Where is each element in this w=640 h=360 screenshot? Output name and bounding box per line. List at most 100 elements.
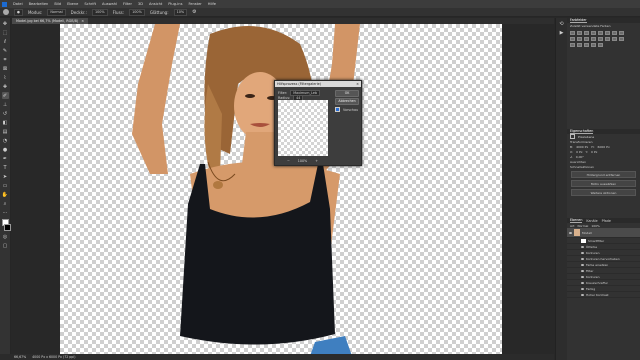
- swatch[interactable]: [605, 37, 610, 41]
- dodge-tool-icon[interactable]: ●: [2, 146, 9, 153]
- hand-tool-icon[interactable]: ✋: [2, 191, 9, 198]
- height-value[interactable]: 6000 Px: [598, 145, 610, 149]
- brush-tool-icon-active[interactable]: ✐: [1, 92, 9, 99]
- swatch[interactable]: [619, 31, 624, 35]
- layer-row[interactable]: Hoher Kontrast: [567, 292, 640, 298]
- dialog-preview[interactable]: [278, 100, 328, 156]
- visibility-eye-icon[interactable]: [581, 263, 584, 266]
- x-value[interactable]: 0 Px: [576, 150, 582, 154]
- tab-swatches[interactable]: Farbfelder: [570, 18, 587, 23]
- history-panel-icon[interactable]: ⟲: [558, 20, 565, 27]
- swatch[interactable]: [577, 43, 582, 47]
- lasso-tool-icon[interactable]: ℓ: [2, 38, 9, 45]
- status-zoom[interactable]: 66,67%: [14, 355, 26, 359]
- healing-brush-icon[interactable]: ✚: [2, 83, 9, 90]
- visibility-eye-icon[interactable]: [581, 251, 584, 254]
- visibility-eye-icon[interactable]: [581, 245, 584, 248]
- menu-hilfe[interactable]: Hilfe: [208, 2, 216, 6]
- pen-tool-icon[interactable]: ✒: [2, 155, 9, 162]
- settings-gear-icon[interactable]: ⚙: [192, 9, 196, 15]
- dialog-close-icon[interactable]: ×: [356, 82, 359, 86]
- zoom-tool-icon[interactable]: ⌕: [2, 200, 9, 207]
- preview-checkbox[interactable]: [335, 107, 340, 112]
- swatch[interactable]: [619, 37, 624, 41]
- menu-3d[interactable]: 3D: [138, 2, 143, 6]
- history-brush-icon[interactable]: ↺: [2, 110, 9, 117]
- ok-button[interactable]: OK: [335, 90, 359, 97]
- photoshop-logo-icon[interactable]: [2, 1, 7, 7]
- swatch[interactable]: [584, 37, 589, 41]
- menu-bearbeiten[interactable]: Bearbeiten: [29, 2, 49, 6]
- visibility-eye-icon[interactable]: [581, 293, 584, 296]
- swatch[interactable]: [598, 37, 603, 41]
- swatch[interactable]: [612, 31, 617, 35]
- swatch[interactable]: [584, 31, 589, 35]
- swatch[interactable]: [570, 43, 575, 47]
- dialog-titlebar[interactable]: Hilfsprozess (Filtergalerie) ×: [275, 81, 361, 87]
- more-tools-icon[interactable]: ⋯: [2, 209, 9, 216]
- gradient-tool-icon[interactable]: ▤: [2, 128, 9, 135]
- visibility-eye-icon[interactable]: [581, 257, 584, 260]
- menu-ebene[interactable]: Ebene: [67, 2, 78, 6]
- angle-value[interactable]: 0,00°: [576, 155, 584, 159]
- rectangle-tool-icon[interactable]: ▭: [2, 182, 9, 189]
- y-value[interactable]: 0 Px: [591, 150, 597, 154]
- marquee-tool-icon[interactable]: ⬚: [2, 29, 9, 36]
- quick-mask-icon[interactable]: ◎: [2, 233, 9, 240]
- eyedropper-tool-icon[interactable]: ⌇: [2, 74, 9, 81]
- zoom-out-icon[interactable]: −: [287, 159, 290, 163]
- actions-panel-icon[interactable]: ▶: [558, 29, 565, 36]
- swatch[interactable]: [570, 31, 575, 35]
- menu-fenster[interactable]: Fenster: [188, 2, 201, 6]
- opacity-field[interactable]: 100%: [91, 8, 108, 16]
- layer-blend-mode-select[interactable]: Normal: [577, 224, 588, 228]
- visibility-eye-icon[interactable]: [581, 287, 584, 290]
- layer-row[interactable]: Modell: [567, 228, 640, 238]
- document-tab-close-icon[interactable]: ×: [81, 19, 84, 23]
- select-subject-button[interactable]: Motiv auswählen: [571, 180, 636, 187]
- width-value[interactable]: 4000 Px: [576, 145, 588, 149]
- brush-tool-icon[interactable]: [3, 9, 9, 15]
- visibility-eye-icon[interactable]: [569, 231, 572, 234]
- cancel-button[interactable]: Abbrechen: [335, 98, 359, 105]
- remove-background-button[interactable]: Hintergrund entfernen: [571, 171, 636, 178]
- tab-channels[interactable]: Kanäle: [586, 219, 597, 223]
- swatch[interactable]: [598, 31, 603, 35]
- visibility-eye-icon[interactable]: [581, 275, 584, 278]
- type-tool-icon[interactable]: T: [2, 164, 9, 171]
- tab-layers[interactable]: Ebenen: [570, 218, 583, 223]
- swatch[interactable]: [591, 37, 596, 41]
- mode-select[interactable]: Normal: [47, 8, 66, 16]
- more-actions-button[interactable]: Weitere Aktionen: [571, 189, 636, 196]
- frame-tool-icon[interactable]: ⊠: [2, 65, 9, 72]
- screen-mode-icon[interactable]: ▢: [2, 242, 9, 249]
- zoom-in-icon[interactable]: +: [315, 159, 318, 163]
- quick-select-tool-icon[interactable]: ✎: [2, 47, 9, 54]
- swatch[interactable]: [612, 37, 617, 41]
- menu-bild[interactable]: Bild: [54, 2, 61, 6]
- visibility-eye-icon[interactable]: [581, 269, 584, 272]
- canvas[interactable]: [60, 24, 502, 354]
- smoothing-field[interactable]: 10%: [173, 8, 188, 16]
- swatch[interactable]: [598, 43, 603, 47]
- tab-paths[interactable]: Pfade: [602, 219, 611, 223]
- layer-opacity-field[interactable]: 100%: [591, 224, 600, 228]
- blur-tool-icon[interactable]: ◔: [2, 137, 9, 144]
- swatch[interactable]: [570, 37, 575, 41]
- crop-tool-icon[interactable]: ⌗: [2, 56, 9, 63]
- menu-ansicht[interactable]: Ansicht: [149, 2, 162, 6]
- menu-filter[interactable]: Filter: [123, 2, 132, 6]
- swatch[interactable]: [577, 37, 582, 41]
- menu-plugins[interactable]: Plug-ins: [168, 2, 182, 6]
- visibility-eye-icon[interactable]: [581, 281, 584, 284]
- swatch[interactable]: [584, 43, 589, 47]
- swatch[interactable]: [605, 31, 610, 35]
- eraser-tool-icon[interactable]: ◧: [2, 119, 9, 126]
- background-color-swatch[interactable]: [4, 224, 11, 231]
- layer-kind-select[interactable]: Art: [570, 224, 574, 228]
- swatch[interactable]: [577, 31, 582, 35]
- menu-schrift[interactable]: Schrift: [84, 2, 96, 6]
- flow-field[interactable]: 100%: [129, 8, 145, 16]
- menu-datei[interactable]: Datei: [13, 2, 23, 6]
- path-select-icon[interactable]: ➤: [2, 173, 9, 180]
